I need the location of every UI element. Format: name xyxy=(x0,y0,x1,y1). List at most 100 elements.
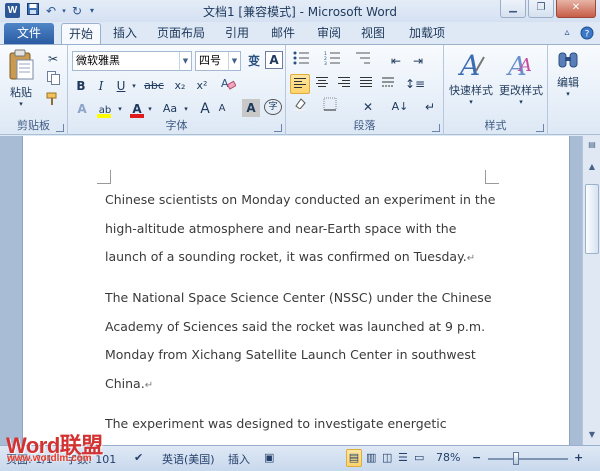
shrink-font-button[interactable]: A xyxy=(214,99,230,119)
chevron-down-icon[interactable]: ▾ xyxy=(496,98,546,106)
macro-record-icon[interactable]: ▣ xyxy=(264,451,274,464)
web-layout-icon[interactable]: ◫ xyxy=(382,451,392,464)
vertical-scrollbar[interactable]: ▤ ▲ ▼ xyxy=(582,136,600,445)
copy-icon[interactable] xyxy=(44,71,62,91)
tab-mailings[interactable]: 邮件 xyxy=(264,23,302,45)
cut-icon[interactable]: ✂ xyxy=(44,49,62,69)
chevron-down-icon[interactable]: ▼ xyxy=(228,52,240,70)
bold-button[interactable]: B xyxy=(72,76,90,96)
change-case-dropdown-icon[interactable]: ▾ xyxy=(182,99,190,119)
quick-styles-button[interactable]: A 快速样式 ▾ xyxy=(446,49,496,109)
paragraph-text: The National Space Science Center (NSSC)… xyxy=(105,290,492,391)
superscript-button[interactable]: x² xyxy=(192,76,212,96)
tab-view[interactable]: 视图 xyxy=(354,23,392,45)
clear-formatting-icon[interactable]: A xyxy=(218,76,238,96)
justify-button[interactable] xyxy=(356,74,376,94)
tab-page-layout[interactable]: 页面布局 xyxy=(152,23,210,45)
chevron-down-icon[interactable]: ▾ xyxy=(550,90,586,98)
text-effects-icon[interactable]: A xyxy=(72,99,92,119)
paragraph-launcher-icon[interactable] xyxy=(432,124,440,132)
draft-view-icon[interactable]: ▭ xyxy=(414,451,424,464)
change-case-button[interactable]: Aa xyxy=(158,99,182,119)
styles-launcher-icon[interactable] xyxy=(536,124,544,132)
chinese-layout-icon[interactable]: ✕ xyxy=(356,97,380,117)
editing-button[interactable]: 编辑 ▾ xyxy=(550,49,586,109)
zoom-slider[interactable] xyxy=(488,458,568,460)
proofing-icon[interactable]: ✔ xyxy=(134,451,143,464)
tab-references[interactable]: 引用 xyxy=(218,23,256,45)
paragraph-3[interactable]: The experiment was designed to investiga… xyxy=(105,410,497,439)
show-marks-icon[interactable]: ↵ xyxy=(420,97,440,117)
insert-mode-indicator[interactable]: 插入 xyxy=(228,451,250,467)
increase-indent-icon[interactable]: ⇥ xyxy=(408,51,428,71)
align-left-button[interactable] xyxy=(290,74,310,94)
zoom-slider-thumb[interactable] xyxy=(513,452,519,465)
font-group: 微软雅黑 ▼ 四号 ▼ 变 A B I U ▾ abc x₂ x² A A ab… xyxy=(68,45,286,135)
paragraph-2[interactable]: The National Space Science Center (NSSC)… xyxy=(105,284,497,400)
close-button[interactable]: ✕ xyxy=(556,0,596,18)
underline-dropdown-icon[interactable]: ▾ xyxy=(130,76,138,96)
tab-file[interactable]: 文件 xyxy=(4,23,54,44)
help-icon[interactable]: ? xyxy=(580,26,594,40)
chevron-down-icon[interactable]: ▼ xyxy=(179,52,191,70)
borders-icon[interactable] xyxy=(318,97,342,117)
paste-dropdown-icon[interactable]: ▾ xyxy=(4,100,38,108)
binoculars-icon xyxy=(558,52,578,68)
underline-button[interactable]: U xyxy=(112,76,130,96)
zoom-level[interactable]: 78% xyxy=(436,451,460,464)
minimize-ribbon-icon[interactable]: ▵ xyxy=(560,26,574,40)
tab-review[interactable]: 审阅 xyxy=(310,23,348,45)
paragraph-mark: ↵ xyxy=(466,253,476,264)
minimize-button[interactable]: ▁ xyxy=(500,0,526,18)
print-layout-view-icon[interactable]: ▤ xyxy=(346,449,362,467)
clipboard-launcher-icon[interactable] xyxy=(56,124,64,132)
highlight-dropdown-icon[interactable]: ▾ xyxy=(116,99,124,119)
outline-view-icon[interactable]: ☰ xyxy=(398,451,408,464)
tab-home[interactable]: 开始 xyxy=(61,23,101,45)
align-center-button[interactable] xyxy=(312,74,332,94)
tab-insert[interactable]: 插入 xyxy=(106,23,144,45)
scroll-down-icon[interactable]: ▼ xyxy=(585,428,599,442)
italic-button[interactable]: I xyxy=(92,76,110,96)
align-right-button[interactable] xyxy=(334,74,354,94)
multilevel-list-icon[interactable] xyxy=(350,51,376,71)
zoom-in-button[interactable]: + xyxy=(574,451,583,464)
font-size-combo[interactable]: 四号 ▼ xyxy=(195,51,241,71)
strikethrough-button[interactable]: abc xyxy=(142,76,166,96)
paragraph-group-label: 段落 xyxy=(353,119,376,132)
highlight-button[interactable]: ab xyxy=(94,99,116,119)
document-page[interactable]: Chinese scientists on Monday conducted a… xyxy=(22,136,570,445)
paragraph-1[interactable]: Chinese scientists on Monday conducted a… xyxy=(105,186,497,274)
shading-icon[interactable] xyxy=(290,97,310,117)
phonetic-guide-icon[interactable]: 变 xyxy=(245,51,263,71)
numbering-icon[interactable]: 123 xyxy=(320,51,346,71)
decrease-indent-icon[interactable]: ⇤ xyxy=(386,51,406,71)
scroll-up-icon[interactable]: ▲ xyxy=(585,160,599,174)
enclose-chars-button[interactable]: 字 xyxy=(264,99,282,115)
editing-group: 编辑 ▾ xyxy=(548,45,588,135)
paste-button[interactable]: 粘贴 ▾ xyxy=(4,49,38,109)
sort-icon[interactable]: A↓ xyxy=(390,97,410,117)
language-indicator[interactable]: 英语(美国) xyxy=(162,451,215,467)
font-color-button[interactable]: A xyxy=(128,99,146,119)
font-color-dropdown-icon[interactable]: ▾ xyxy=(146,99,154,119)
font-launcher-icon[interactable] xyxy=(274,124,282,132)
distributed-align-button[interactable] xyxy=(378,74,398,94)
char-border-icon[interactable]: A xyxy=(265,51,283,69)
font-name-combo[interactable]: 微软雅黑 ▼ xyxy=(72,51,192,71)
font-group-label: 字体 xyxy=(165,119,188,132)
subscript-button[interactable]: x₂ xyxy=(170,76,190,96)
restore-button[interactable]: ❐ xyxy=(528,0,554,18)
scroll-thumb[interactable] xyxy=(585,184,599,254)
chevron-down-icon[interactable]: ▾ xyxy=(446,98,496,106)
line-spacing-icon[interactable]: ↕≡ xyxy=(404,74,426,94)
grow-font-button[interactable]: A xyxy=(196,99,214,119)
ruler-toggle-icon[interactable]: ▤ xyxy=(585,138,599,152)
bullets-icon[interactable] xyxy=(290,51,314,71)
format-painter-icon[interactable] xyxy=(44,92,62,112)
tab-addins[interactable]: 加载项 xyxy=(402,23,452,45)
change-styles-button[interactable]: AA 更改样式 ▾ xyxy=(496,49,546,109)
char-shading-button[interactable]: A xyxy=(242,99,260,117)
zoom-out-button[interactable]: − xyxy=(472,451,481,464)
full-screen-reading-icon[interactable]: ▥ xyxy=(366,451,376,464)
